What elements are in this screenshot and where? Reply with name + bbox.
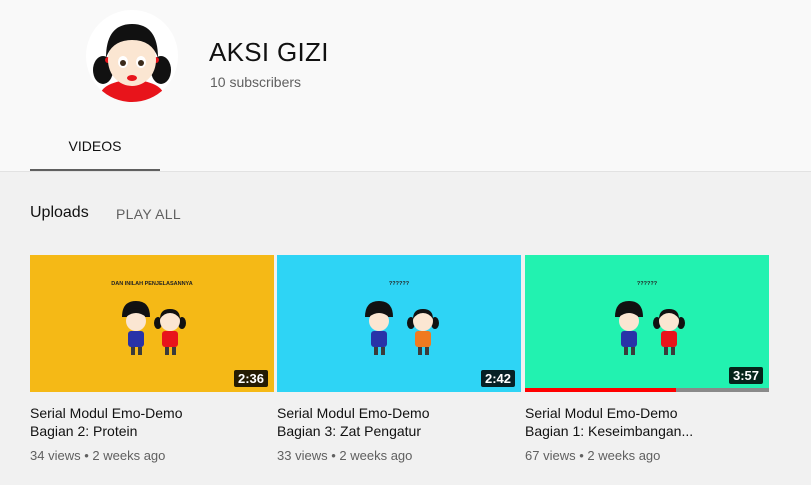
video-title-line: Serial Modul Emo-Demo — [30, 405, 183, 421]
meta-separator: • — [579, 448, 584, 463]
channel-avatar[interactable] — [86, 10, 178, 102]
video-title[interactable]: Serial Modul Emo-Demo Bagian 3: Zat Peng… — [277, 404, 521, 440]
video-title-line: Bagian 2: Protein — [30, 423, 138, 439]
video-meta: 67 views • 2 weeks ago — [525, 448, 769, 463]
meta-separator: • — [84, 448, 89, 463]
video-meta: 33 views • 2 weeks ago — [277, 448, 521, 463]
upload-age: 2 weeks ago — [587, 448, 661, 463]
cartoon-girl-avatar-icon — [93, 24, 171, 102]
play-all-button[interactable]: PLAY ALL — [116, 206, 181, 222]
upload-age: 2 weeks ago — [339, 448, 413, 463]
video-title-line: Bagian 1: Keseimbangan... — [525, 423, 694, 439]
video-meta: 34 views • 2 weeks ago — [30, 448, 274, 463]
video-title[interactable]: Serial Modul Emo-Demo Bagian 1: Keseimba… — [525, 404, 769, 440]
tab-videos[interactable]: VIDEOS — [30, 130, 160, 172]
watch-progress-bar — [525, 388, 769, 392]
video-card[interactable]: ?????? 3:57 Serial Modul Emo-Demo Bagian… — [525, 255, 769, 463]
video-duration: 2:42 — [480, 370, 515, 387]
video-title[interactable]: Serial Modul Emo-Demo Bagian 2: Protein — [30, 404, 274, 440]
video-thumbnail[interactable]: ?????? 2:42 — [277, 255, 521, 392]
header-divider — [0, 171, 811, 172]
view-count: 34 views — [30, 448, 81, 463]
view-count: 67 views — [525, 448, 576, 463]
tab-videos-label: VIDEOS — [68, 138, 122, 154]
video-duration: 2:36 — [233, 370, 268, 387]
view-count: 33 views — [277, 448, 328, 463]
watch-progress-fill — [525, 388, 677, 392]
video-thumbnail[interactable]: ?????? 3:57 — [525, 255, 769, 392]
upload-age: 2 weeks ago — [92, 448, 166, 463]
video-card[interactable]: ?????? 2:42 Serial Modul Emo-Demo Bagian… — [277, 255, 521, 463]
video-duration: 3:57 — [728, 367, 763, 384]
section-title: Uploads — [30, 204, 89, 221]
channel-title: AKSI GIZI — [209, 37, 329, 67]
video-thumbnail[interactable]: DAN INILAH PENJELASANNYA 2:36 — [30, 255, 274, 392]
video-title-line: Bagian 3: Zat Pengatur — [277, 423, 421, 439]
video-title-line: Serial Modul Emo-Demo — [525, 405, 678, 421]
subscriber-count: 10 subscribers — [210, 74, 302, 90]
meta-separator: • — [331, 448, 336, 463]
video-title-line: Serial Modul Emo-Demo — [277, 405, 430, 421]
video-card[interactable]: DAN INILAH PENJELASANNYA 2:36 Serial Mod… — [30, 255, 274, 463]
channel-header: AKSI GIZI 10 subscribers VIDEOS — [0, 0, 811, 172]
